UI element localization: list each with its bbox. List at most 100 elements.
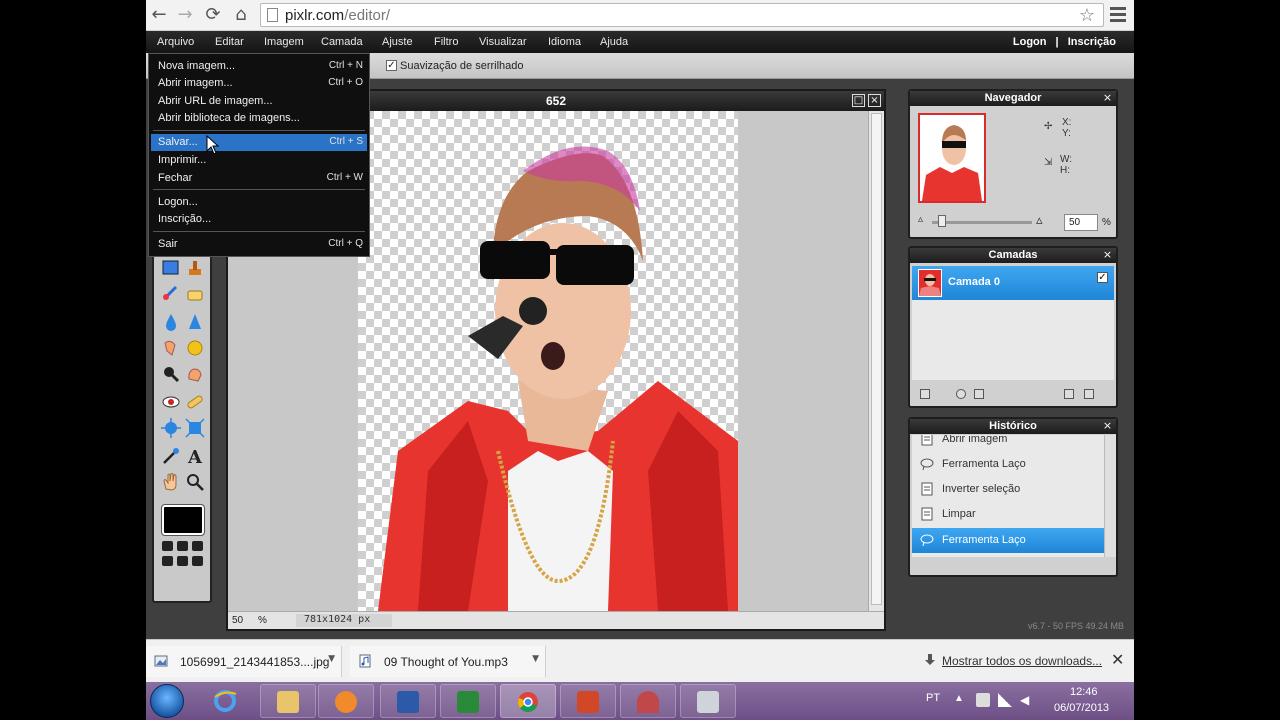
close-icon[interactable]: × — [868, 94, 881, 107]
action-center-flag-icon[interactable] — [976, 693, 990, 707]
download-item[interactable]: 1056991_2143441853....jpg ▼ — [146, 646, 342, 677]
layer-visibility-checkbox[interactable]: ✓ — [1097, 272, 1108, 283]
signup-link[interactable]: Inscrição — [1068, 36, 1116, 48]
rectangle-select-icon[interactable] — [160, 257, 182, 279]
menu-visualizar[interactable]: Visualizar — [479, 36, 527, 48]
burn-hand-icon[interactable] — [184, 363, 206, 385]
menu-item-abrir-imagem[interactable]: Abrir imagem... Ctrl + O — [151, 75, 367, 92]
address-bar[interactable]: pixlr.com/editor/ ☆ — [260, 3, 1104, 27]
zoom-input[interactable]: 50 — [1064, 214, 1098, 231]
home-icon[interactable]: ⌂ — [230, 4, 252, 26]
layer-name[interactable]: Camada 0 — [948, 276, 1000, 288]
menu-idioma[interactable]: Idioma — [548, 36, 581, 48]
bloat-icon[interactable] — [160, 417, 182, 439]
sharpen-icon[interactable] — [184, 311, 206, 333]
blur-drop-icon[interactable] — [160, 311, 182, 333]
trash-icon[interactable] — [1084, 389, 1094, 399]
dodge-icon[interactable] — [160, 363, 182, 385]
browser-menu-icon[interactable] — [1110, 7, 1126, 23]
menu-editar[interactable]: Editar — [215, 36, 244, 48]
history-item-active[interactable]: Ferramenta Laço — [912, 528, 1104, 553]
vertical-scrollbar[interactable] — [868, 111, 884, 611]
maximize-icon[interactable]: □ — [852, 94, 865, 107]
taskbar-app-explorer[interactable] — [260, 684, 316, 718]
taskbar-app-camera[interactable] — [680, 684, 736, 718]
menu-item-sair[interactable]: Sair Ctrl + Q — [151, 236, 367, 253]
taskbar-app-chrome[interactable] — [500, 684, 556, 718]
language-indicator[interactable]: PT — [926, 692, 940, 704]
red-eye-icon[interactable] — [160, 391, 182, 413]
bookmark-star-icon[interactable]: ☆ — [1079, 5, 1095, 26]
menu-ajuda[interactable]: Ajuda — [600, 36, 628, 48]
close-icon[interactable]: × — [1102, 420, 1113, 431]
clock-time[interactable]: 12:46 — [1070, 686, 1098, 698]
reload-icon[interactable]: ⟳ — [202, 4, 224, 26]
layer-style-icon[interactable] — [974, 389, 984, 399]
menu-ajuste[interactable]: Ajuste — [382, 36, 413, 48]
zoom-tool-icon[interactable] — [184, 471, 206, 493]
spot-heal-icon[interactable] — [184, 391, 206, 413]
tray-expand-icon[interactable]: ▲ — [954, 693, 968, 707]
menu-item-abrir-url[interactable]: Abrir URL de imagem... — [151, 93, 367, 110]
taskbar-app-powerpoint[interactable] — [560, 684, 616, 718]
menu-item-logon[interactable]: Logon... — [151, 194, 367, 211]
layer-row[interactable]: Camada 0 ✓ — [912, 266, 1114, 300]
mouse-cursor-icon — [206, 135, 220, 155]
zoom-in-icon[interactable]: ▵ — [1036, 212, 1043, 228]
history-item[interactable]: Inverter seleção — [912, 477, 1104, 502]
antialias-checkbox[interactable]: ✓ — [386, 60, 397, 71]
history-item[interactable]: Abrir imagem — [912, 435, 1104, 452]
start-button[interactable] — [150, 684, 184, 718]
history-item[interactable]: Ferramenta Laço — [912, 452, 1104, 477]
clock-date[interactable]: 06/07/2013 — [1054, 702, 1109, 714]
back-arrow-icon[interactable]: ← — [148, 4, 170, 26]
primary-color-swatch[interactable] — [161, 504, 205, 536]
close-icon[interactable]: × — [1102, 92, 1113, 103]
internet-explorer-icon[interactable] — [212, 688, 238, 714]
zoom-slider[interactable] — [932, 221, 1032, 224]
smudge-icon[interactable] — [160, 337, 182, 359]
menu-item-nova-imagem[interactable]: Nova imagem... Ctrl + N — [151, 58, 367, 75]
menu-arquivo[interactable]: Arquivo — [157, 36, 194, 48]
menu-item-salvar[interactable]: Salvar... Ctrl + S — [151, 134, 367, 151]
volume-icon[interactable]: ◀ — [1020, 693, 1034, 707]
eraser-icon[interactable] — [184, 283, 206, 305]
zoom-value[interactable]: 50 — [232, 615, 243, 626]
color-picker-icon[interactable] — [160, 445, 182, 467]
menu-filtro[interactable]: Filtro — [434, 36, 458, 48]
show-all-downloads-link[interactable]: Mostrar todos os downloads... — [942, 654, 1102, 668]
zoom-slider-handle[interactable] — [938, 215, 946, 227]
pinch-icon[interactable] — [184, 417, 206, 439]
network-signal-icon[interactable] — [998, 693, 1012, 707]
download-item[interactable]: 09 Thought of You.mp3 ▼ — [350, 646, 546, 677]
login-link[interactable]: Logon — [1013, 36, 1047, 48]
layer-mask-icon[interactable] — [956, 389, 966, 399]
menu-item-inscricao[interactable]: Inscrição... — [151, 211, 367, 228]
taskbar-app-paint[interactable] — [620, 684, 676, 718]
grid-tool-icon[interactable] — [162, 541, 206, 569]
menu-imagem[interactable]: Imagem — [264, 36, 304, 48]
close-icon[interactable]: × — [1102, 249, 1113, 260]
menu-item-fechar[interactable]: Fechar Ctrl + W — [151, 170, 367, 187]
menu-item-abrir-biblioteca[interactable]: Abrir biblioteca de imagens... — [151, 110, 367, 127]
transparent-canvas[interactable] — [358, 111, 738, 611]
navigator-thumbnail[interactable] — [918, 113, 986, 203]
document-size: 781x1024 px — [296, 614, 392, 627]
zoom-out-icon[interactable]: ▵ — [918, 214, 923, 225]
close-icon[interactable]: ✕ — [1111, 650, 1124, 669]
menu-item-imprimir[interactable]: Imprimir... — [151, 152, 367, 169]
sponge-icon[interactable] — [184, 337, 206, 359]
menu-camada[interactable]: Camada — [321, 36, 363, 48]
layer-settings-icon[interactable] — [920, 389, 930, 399]
new-layer-icon[interactable] — [1064, 389, 1074, 399]
text-tool-icon[interactable]: A — [184, 445, 206, 467]
hand-tool-icon[interactable] — [160, 471, 182, 493]
forward-arrow-icon[interactable]: → — [174, 4, 196, 26]
taskbar-app-word[interactable] — [380, 684, 436, 718]
history-item[interactable]: Limpar — [912, 502, 1104, 527]
history-scrollbar[interactable] — [1104, 435, 1116, 557]
stamp-icon[interactable] — [184, 257, 206, 279]
color-replace-icon[interactable] — [160, 283, 182, 305]
taskbar-app-excel[interactable] — [440, 684, 496, 718]
taskbar-app-media[interactable] — [318, 684, 374, 718]
